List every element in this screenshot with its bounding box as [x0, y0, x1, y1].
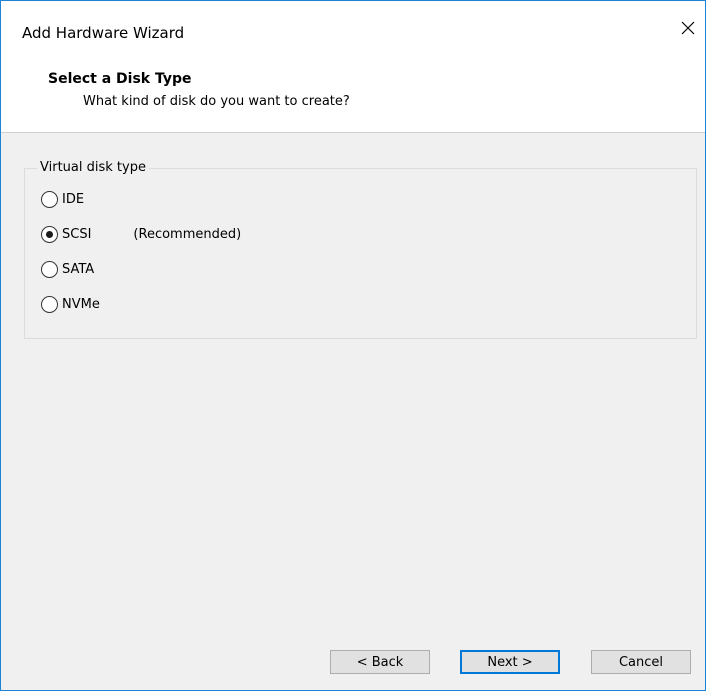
next-button[interactable]: Next > [460, 650, 560, 674]
close-button[interactable] [671, 13, 705, 43]
page-subtitle: What kind of disk do you want to create? [83, 94, 350, 109]
radio-ide-label: IDE [62, 192, 85, 207]
close-icon [681, 21, 695, 35]
page-title: Select a Disk Type [48, 71, 192, 87]
recommended-note: (Recommended) [133, 227, 242, 242]
radio-nvme-label: NVMe [62, 297, 100, 312]
radio-nvme[interactable]: NVMe [41, 296, 100, 313]
window-title: Add Hardware Wizard [22, 24, 185, 42]
title-bar: Add Hardware Wizard [1, 1, 705, 43]
radio-ide-circle[interactable] [41, 191, 58, 208]
group-legend: Virtual disk type [37, 160, 149, 176]
radio-sata-label: SATA [62, 262, 95, 277]
wizard-body: Virtual disk type IDE SCSI (Recommended)… [1, 133, 705, 690]
radio-scsi-circle[interactable] [41, 226, 58, 243]
radio-ide[interactable]: IDE [41, 191, 84, 208]
radio-sata[interactable]: SATA [41, 261, 94, 278]
radio-sata-circle[interactable] [41, 261, 58, 278]
radio-scsi-label: SCSI [62, 227, 92, 242]
back-button[interactable]: < Back [330, 650, 430, 674]
wizard-header: Select a Disk Type What kind of disk do … [1, 41, 705, 133]
cancel-button[interactable]: Cancel [591, 650, 691, 674]
radio-scsi[interactable]: SCSI (Recommended) [41, 226, 241, 243]
button-bar: < Back Next > Cancel [1, 630, 705, 690]
wizard-window: Add Hardware Wizard Select a Disk Type W… [0, 0, 706, 691]
virtual-disk-type-group: Virtual disk type IDE SCSI (Recommended)… [24, 160, 697, 339]
radio-nvme-circle[interactable] [41, 296, 58, 313]
